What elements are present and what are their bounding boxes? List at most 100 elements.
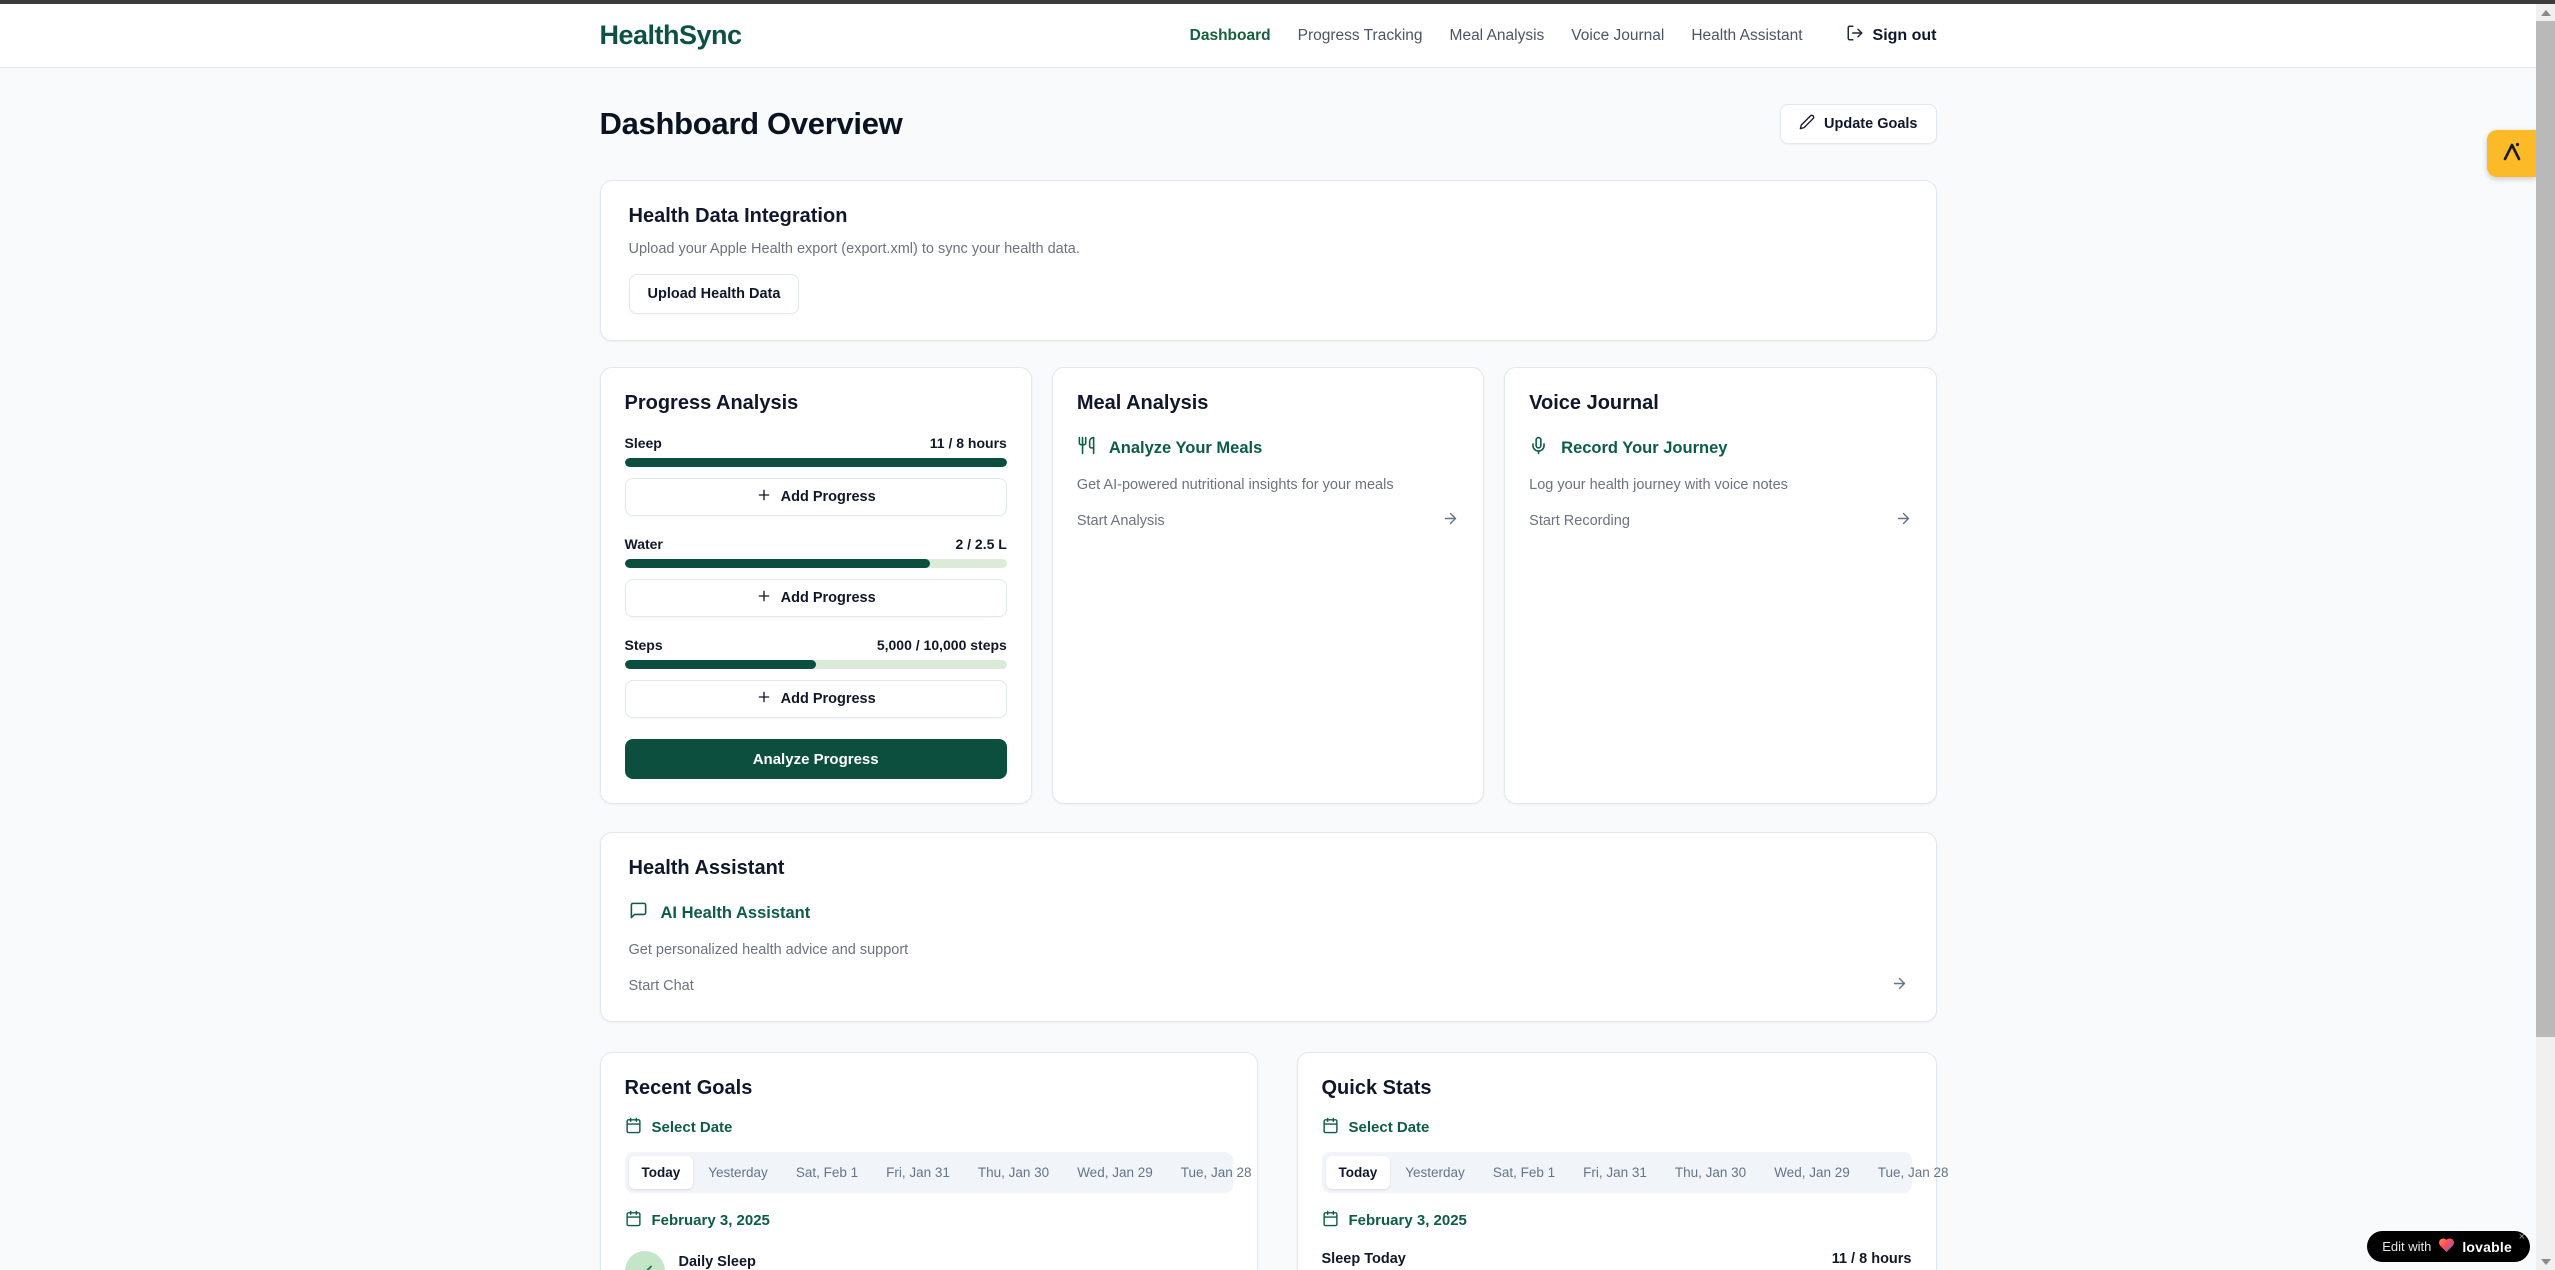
water-value: 2 / 2.5 L bbox=[955, 536, 1006, 552]
goal-item-daily-sleep: Daily Sleep 11 / 8 hours bbox=[625, 1251, 1233, 1270]
select-date-button[interactable]: Select Date bbox=[1322, 1117, 1912, 1138]
date-tabs: Today Yesterday Sat, Feb 1 Fri, Jan 31 T… bbox=[625, 1152, 1233, 1193]
meal-card-title: Meal Analysis bbox=[1077, 392, 1459, 415]
tab-fri-jan-31[interactable]: Fri, Jan 31 bbox=[873, 1156, 963, 1189]
calendar-icon bbox=[625, 1117, 642, 1138]
integration-card-description: Upload your Apple Health export (export.… bbox=[629, 241, 1908, 257]
page-title: Dashboard Overview bbox=[600, 106, 903, 142]
select-date-label: Select Date bbox=[652, 1119, 733, 1136]
sleep-progress-bar bbox=[625, 458, 1007, 467]
scrollbar-thumb[interactable] bbox=[2536, 21, 2555, 1037]
nav-progress-tracking[interactable]: Progress Tracking bbox=[1298, 27, 1423, 45]
lovable-brand-label: lovable bbox=[2462, 1239, 2512, 1255]
start-chat-label: Start Chat bbox=[629, 978, 694, 994]
metric-steps: Steps 5,000 / 10,000 steps Add Progress bbox=[625, 637, 1007, 718]
steps-label: Steps bbox=[625, 637, 663, 653]
tab-yesterday[interactable]: Yesterday bbox=[695, 1156, 781, 1189]
add-progress-sleep-button[interactable]: Add Progress bbox=[625, 478, 1007, 516]
edit-with-lovable-badge[interactable]: Edit with lovable × bbox=[2367, 1231, 2530, 1262]
app-logo[interactable]: HealthSync bbox=[600, 20, 742, 51]
start-recording-link[interactable]: Start Recording bbox=[1529, 510, 1911, 532]
voice-card-title: Voice Journal bbox=[1529, 392, 1911, 415]
tab-fri-jan-31[interactable]: Fri, Jan 31 bbox=[1570, 1156, 1660, 1189]
calendar-icon bbox=[1322, 1117, 1339, 1138]
ai-health-assistant-label: AI Health Assistant bbox=[661, 904, 811, 923]
quick-stats-title: Quick Stats bbox=[1322, 1077, 1912, 1100]
analyze-progress-button[interactable]: Analyze Progress bbox=[625, 739, 1007, 779]
start-analysis-label: Start Analysis bbox=[1077, 513, 1165, 529]
utensils-icon bbox=[1077, 436, 1096, 460]
tab-sat-feb-1[interactable]: Sat, Feb 1 bbox=[783, 1156, 871, 1189]
meal-card-description: Get AI-powered nutritional insights for … bbox=[1077, 477, 1459, 493]
health-assistant-card: Health Assistant AI Health Assistant Get… bbox=[600, 832, 1937, 1022]
arrow-right-icon bbox=[1891, 975, 1908, 997]
health-data-integration-card: Health Data Integration Upload your Appl… bbox=[600, 180, 1937, 341]
nav-health-assistant[interactable]: Health Assistant bbox=[1691, 27, 1802, 45]
recent-goals-title: Recent Goals bbox=[625, 1077, 1233, 1100]
assistant-card-title: Health Assistant bbox=[629, 857, 1908, 880]
add-progress-water-button[interactable]: Add Progress bbox=[625, 579, 1007, 617]
main-nav: Dashboard Progress Tracking Meal Analysi… bbox=[1190, 24, 1937, 47]
calendar-icon bbox=[1322, 1210, 1339, 1231]
record-your-journey-label: Record Your Journey bbox=[1561, 439, 1727, 458]
app-viewport: HealthSync Dashboard Progress Tracking M… bbox=[0, 4, 2536, 1270]
select-date-label: Select Date bbox=[1349, 1119, 1430, 1136]
top-navbar: HealthSync Dashboard Progress Tracking M… bbox=[0, 4, 2536, 68]
nav-voice-journal[interactable]: Voice Journal bbox=[1571, 27, 1664, 45]
analyze-your-meals-link[interactable]: Analyze Your Meals bbox=[1077, 436, 1459, 460]
recent-goals-card: Recent Goals Select Date Today Yesterday… bbox=[600, 1052, 1258, 1270]
plus-icon bbox=[756, 487, 772, 507]
tab-thu-jan-30[interactable]: Thu, Jan 30 bbox=[1662, 1156, 1759, 1189]
assistant-card-description: Get personalized health advice and suppo… bbox=[629, 942, 1908, 958]
calendar-icon bbox=[625, 1210, 642, 1231]
add-progress-label: Add Progress bbox=[781, 590, 876, 606]
progress-card-title: Progress Analysis bbox=[625, 392, 1007, 415]
progress-analysis-card: Progress Analysis Sleep 11 / 8 hours Add… bbox=[600, 367, 1032, 804]
add-progress-steps-button[interactable]: Add Progress bbox=[625, 680, 1007, 718]
steps-value: 5,000 / 10,000 steps bbox=[877, 637, 1007, 653]
analyze-your-meals-label: Analyze Your Meals bbox=[1109, 439, 1262, 458]
record-your-journey-link[interactable]: Record Your Journey bbox=[1529, 436, 1911, 460]
steps-progress-bar bbox=[625, 660, 1007, 669]
sign-out-button[interactable]: Sign out bbox=[1846, 24, 1937, 47]
tab-today[interactable]: Today bbox=[629, 1156, 694, 1189]
ai-health-assistant-link[interactable]: AI Health Assistant bbox=[629, 901, 1908, 925]
tab-wed-jan-29[interactable]: Wed, Jan 29 bbox=[1064, 1156, 1166, 1189]
start-recording-label: Start Recording bbox=[1529, 513, 1630, 529]
nav-meal-analysis[interactable]: Meal Analysis bbox=[1450, 27, 1545, 45]
lovable-caret-icon bbox=[2500, 140, 2524, 167]
tab-tue-jan-28[interactable]: Tue, Jan 28 bbox=[1168, 1156, 1265, 1189]
tab-wed-jan-29[interactable]: Wed, Jan 29 bbox=[1761, 1156, 1863, 1189]
heart-gradient-icon bbox=[2438, 1237, 2455, 1257]
tab-today[interactable]: Today bbox=[1326, 1156, 1391, 1189]
start-analysis-link[interactable]: Start Analysis bbox=[1077, 510, 1459, 532]
sleep-today-label: Sleep Today bbox=[1322, 1251, 1406, 1267]
update-goals-label: Update Goals bbox=[1824, 116, 1917, 132]
sleep-label: Sleep bbox=[625, 435, 662, 451]
selected-date-display: February 3, 2025 bbox=[1322, 1210, 1912, 1231]
start-chat-link[interactable]: Start Chat bbox=[629, 975, 1908, 997]
scrollbar-down-arrow[interactable] bbox=[2536, 1253, 2555, 1270]
add-progress-label: Add Progress bbox=[781, 691, 876, 707]
scrollbar-up-arrow[interactable] bbox=[2536, 4, 2555, 21]
check-icon bbox=[625, 1251, 665, 1270]
steps-progress-fill bbox=[625, 660, 816, 669]
vertical-scrollbar[interactable] bbox=[2536, 0, 2555, 1270]
edit-with-label: Edit with bbox=[2382, 1239, 2431, 1254]
lovable-selector-fab[interactable] bbox=[2487, 130, 2536, 177]
badge-close-icon[interactable]: × bbox=[2519, 1232, 2525, 1243]
select-date-button[interactable]: Select Date bbox=[625, 1117, 1233, 1138]
arrow-right-icon bbox=[1895, 510, 1912, 532]
nav-dashboard[interactable]: Dashboard bbox=[1190, 27, 1271, 45]
update-goals-button[interactable]: Update Goals bbox=[1780, 104, 1936, 144]
sleep-today-value: 11 / 8 hours bbox=[1832, 1251, 1912, 1267]
upload-health-data-button[interactable]: Upload Health Data bbox=[629, 274, 800, 314]
water-label: Water bbox=[625, 536, 663, 552]
tab-yesterday[interactable]: Yesterday bbox=[1392, 1156, 1478, 1189]
metric-sleep: Sleep 11 / 8 hours Add Progress bbox=[625, 435, 1007, 516]
tab-tue-jan-28[interactable]: Tue, Jan 28 bbox=[1865, 1156, 1962, 1189]
tab-sat-feb-1[interactable]: Sat, Feb 1 bbox=[1480, 1156, 1568, 1189]
chat-bubble-icon bbox=[629, 901, 648, 925]
selected-date-label: February 3, 2025 bbox=[1349, 1212, 1467, 1229]
tab-thu-jan-30[interactable]: Thu, Jan 30 bbox=[965, 1156, 1062, 1189]
